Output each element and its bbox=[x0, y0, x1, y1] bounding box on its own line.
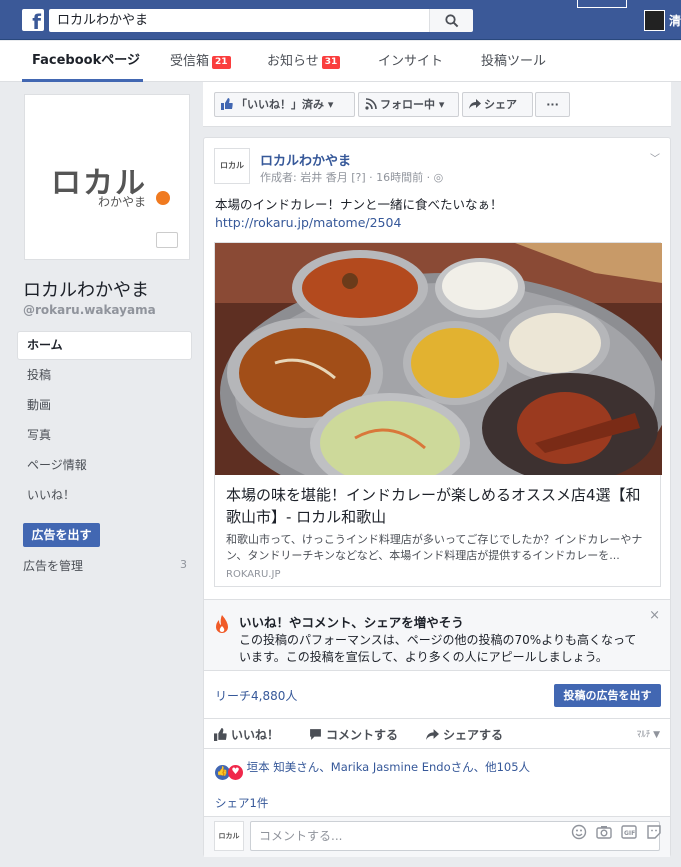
search-button[interactable] bbox=[429, 9, 473, 32]
search-input[interactable]: ロカルわかやま bbox=[49, 9, 429, 32]
tab-notifications[interactable]: お知らせ 31 bbox=[267, 41, 341, 82]
inbox-badge: 21 bbox=[212, 56, 231, 69]
tab-insights[interactable]: インサイト bbox=[378, 41, 443, 82]
post-options-chevron-icon[interactable]: ﹀ bbox=[650, 150, 660, 165]
tab-inbox[interactable]: 受信箱 21 bbox=[170, 41, 231, 82]
link-description: 和歌山市って、けっこうインド料理店が多いってご存じでしたか？インドカレーやナン、… bbox=[226, 533, 643, 562]
tab-label: インサイト bbox=[378, 54, 444, 69]
link-domain: ROKARU.JP bbox=[226, 569, 281, 580]
logo-subtext: わかやま bbox=[98, 195, 147, 209]
like-label: いいね！ bbox=[231, 728, 280, 742]
boost-post-button[interactable]: 投稿の広告を出す bbox=[554, 684, 661, 707]
share-arrow-icon bbox=[426, 729, 439, 740]
emoji-icon[interactable] bbox=[571, 824, 587, 840]
promo-body: この投稿のパフォーマンスは、ページの他の投稿の70%よりも高くなっています。この… bbox=[239, 633, 637, 664]
tab-label: 投稿ツール bbox=[481, 54, 547, 69]
close-icon[interactable]: × bbox=[649, 608, 660, 623]
liked-label: 「いいね！」済み bbox=[236, 98, 324, 111]
liked-button[interactable]: 「いいね！」済み ▾ bbox=[214, 92, 355, 117]
share-label: シェアする bbox=[443, 728, 504, 742]
page-title[interactable]: ロカルわかやま bbox=[23, 276, 149, 302]
like-button[interactable]: いいね！ bbox=[214, 726, 279, 743]
sidebar-item-about[interactable]: ページ情報 bbox=[18, 452, 191, 479]
tab-label: Facebookページ bbox=[32, 53, 140, 68]
more-options-button[interactable]: ··· bbox=[535, 92, 570, 117]
shares-count[interactable]: シェア1件 bbox=[215, 795, 268, 811]
left-sidebar: ロカル わかやま ロカルわかやま @rokaru.wakayama ホーム 投稿… bbox=[0, 82, 200, 867]
comment-composer: ロカル コメントする... GIF bbox=[204, 816, 670, 857]
search-icon bbox=[444, 13, 458, 27]
post-author-name[interactable]: ロカルわかやま bbox=[260, 150, 351, 169]
top-bar: f ロカルわかやま 清 bbox=[0, 0, 681, 40]
comment-tools: GIF bbox=[571, 824, 662, 840]
share-button[interactable]: シェアする bbox=[426, 726, 503, 743]
sidebar-item-home[interactable]: ホーム bbox=[18, 332, 191, 359]
create-ad-button[interactable]: 広告を出す bbox=[23, 523, 100, 547]
post-body-text: 本場のインドカレー！ナンと一緒に食べたいなぁ！ bbox=[215, 197, 503, 212]
page-handle[interactable]: @rokaru.wakayama bbox=[23, 303, 156, 317]
post-author-avatar[interactable]: ロカル bbox=[214, 148, 250, 184]
link-preview[interactable]: 本場の味を堪能！インドカレーが楽しめるオススメ店4選【和歌山市】- ロカル和歌山… bbox=[214, 242, 662, 587]
camera-icon[interactable] bbox=[596, 824, 612, 840]
thumbs-up-icon bbox=[214, 728, 227, 741]
page-profile-picture[interactable]: ロカル わかやま bbox=[24, 94, 190, 260]
facebook-logo-icon[interactable]: f bbox=[22, 9, 44, 31]
reach-link[interactable]: リーチ4,880人 bbox=[215, 687, 297, 704]
page-action-bar: 「いいね！」済み ▾ フォロー中 ▾ シェア ··· bbox=[203, 82, 671, 127]
promo-title: いいね！やコメント、シェアを増やそう bbox=[239, 615, 464, 630]
tab-facebook-page[interactable]: Facebookページ bbox=[22, 41, 143, 82]
tab-label: 受信箱 bbox=[170, 54, 210, 69]
post-url-link[interactable]: http://rokaru.jp/matome/2504 bbox=[215, 214, 503, 232]
sidebar-item-likes[interactable]: いいね！ bbox=[18, 482, 191, 509]
post-actions: いいね！ コメントする シェアする ﾏﾙﾁ ▼ bbox=[204, 718, 670, 749]
manage-ads-link[interactable]: 広告を管理 bbox=[23, 557, 83, 574]
comment-button[interactable]: コメントする bbox=[309, 726, 398, 743]
flower-icon bbox=[156, 191, 170, 205]
fire-icon bbox=[216, 615, 228, 633]
boost-suggestion: いいね！やコメント、シェアを増やそう この投稿のパフォーマンスは、ページの他の投… bbox=[204, 599, 670, 671]
reactors-text: 垣本 知美さん、Marika Jasmine Endoさん、他105人 bbox=[246, 760, 531, 774]
share-arrow-icon bbox=[469, 99, 481, 109]
sidebar-item-videos[interactable]: 動画 bbox=[18, 392, 191, 419]
svg-text:GIF: GIF bbox=[624, 830, 635, 837]
user-avatar[interactable] bbox=[644, 10, 665, 31]
gif-icon[interactable]: GIF bbox=[621, 824, 637, 840]
following-label: フォロー中 bbox=[380, 98, 435, 111]
audience-selector[interactable]: ﾏﾙﾁ ▼ bbox=[637, 727, 660, 740]
thumbs-up-icon bbox=[221, 98, 233, 110]
sticker-icon[interactable] bbox=[646, 824, 662, 840]
manage-ads-count: 3 bbox=[180, 558, 187, 571]
comment-label: コメントする bbox=[326, 728, 399, 742]
link-title[interactable]: 本場の味を堪能！インドカレーが楽しめるオススメ店4選【和歌山市】- ロカル和歌山 bbox=[226, 484, 651, 528]
reactions-summary[interactable]: 👍 ♥ 垣本 知美さん、Marika Jasmine Endoさん、他105人 bbox=[215, 759, 530, 780]
comment-icon bbox=[310, 729, 321, 740]
tab-publishing-tools[interactable]: 投稿ツール bbox=[481, 41, 546, 82]
sidebar-item-photos[interactable]: 写真 bbox=[18, 422, 191, 449]
profile-logo: ロカル わかやま bbox=[28, 98, 186, 256]
share-page-button[interactable]: シェア bbox=[462, 92, 533, 117]
rss-icon bbox=[365, 98, 377, 110]
top-right-outline bbox=[577, 0, 627, 8]
post-card: ロカル ロカルわかやま 作成者: 岩井 香月 [?] · 16時間前 · ◎ ﹀… bbox=[203, 137, 671, 857]
love-reaction-icon: ♥ bbox=[228, 765, 243, 780]
notifications-badge: 31 bbox=[321, 56, 341, 69]
following-button[interactable]: フォロー中 ▾ bbox=[358, 92, 459, 117]
share-label: シェア bbox=[484, 98, 517, 111]
post-meta: 作成者: 岩井 香月 [?] · 16時間前 · ◎ bbox=[260, 171, 444, 184]
more-icon: ··· bbox=[546, 98, 559, 111]
camera-icon[interactable] bbox=[156, 232, 178, 248]
post-text: 本場のインドカレー！ナンと一緒に食べたいなぁ！ http://rokaru.jp… bbox=[215, 196, 503, 232]
user-name[interactable]: 清 bbox=[669, 12, 681, 29]
commenter-avatar: ロカル bbox=[214, 821, 244, 851]
page-tabs: Facebookページ 受信箱 21 お知らせ 31 インサイト 投稿ツール bbox=[0, 41, 681, 82]
curry-photo bbox=[215, 243, 662, 475]
tab-label: お知らせ bbox=[267, 54, 319, 69]
sidebar-item-posts[interactable]: 投稿 bbox=[18, 362, 191, 389]
